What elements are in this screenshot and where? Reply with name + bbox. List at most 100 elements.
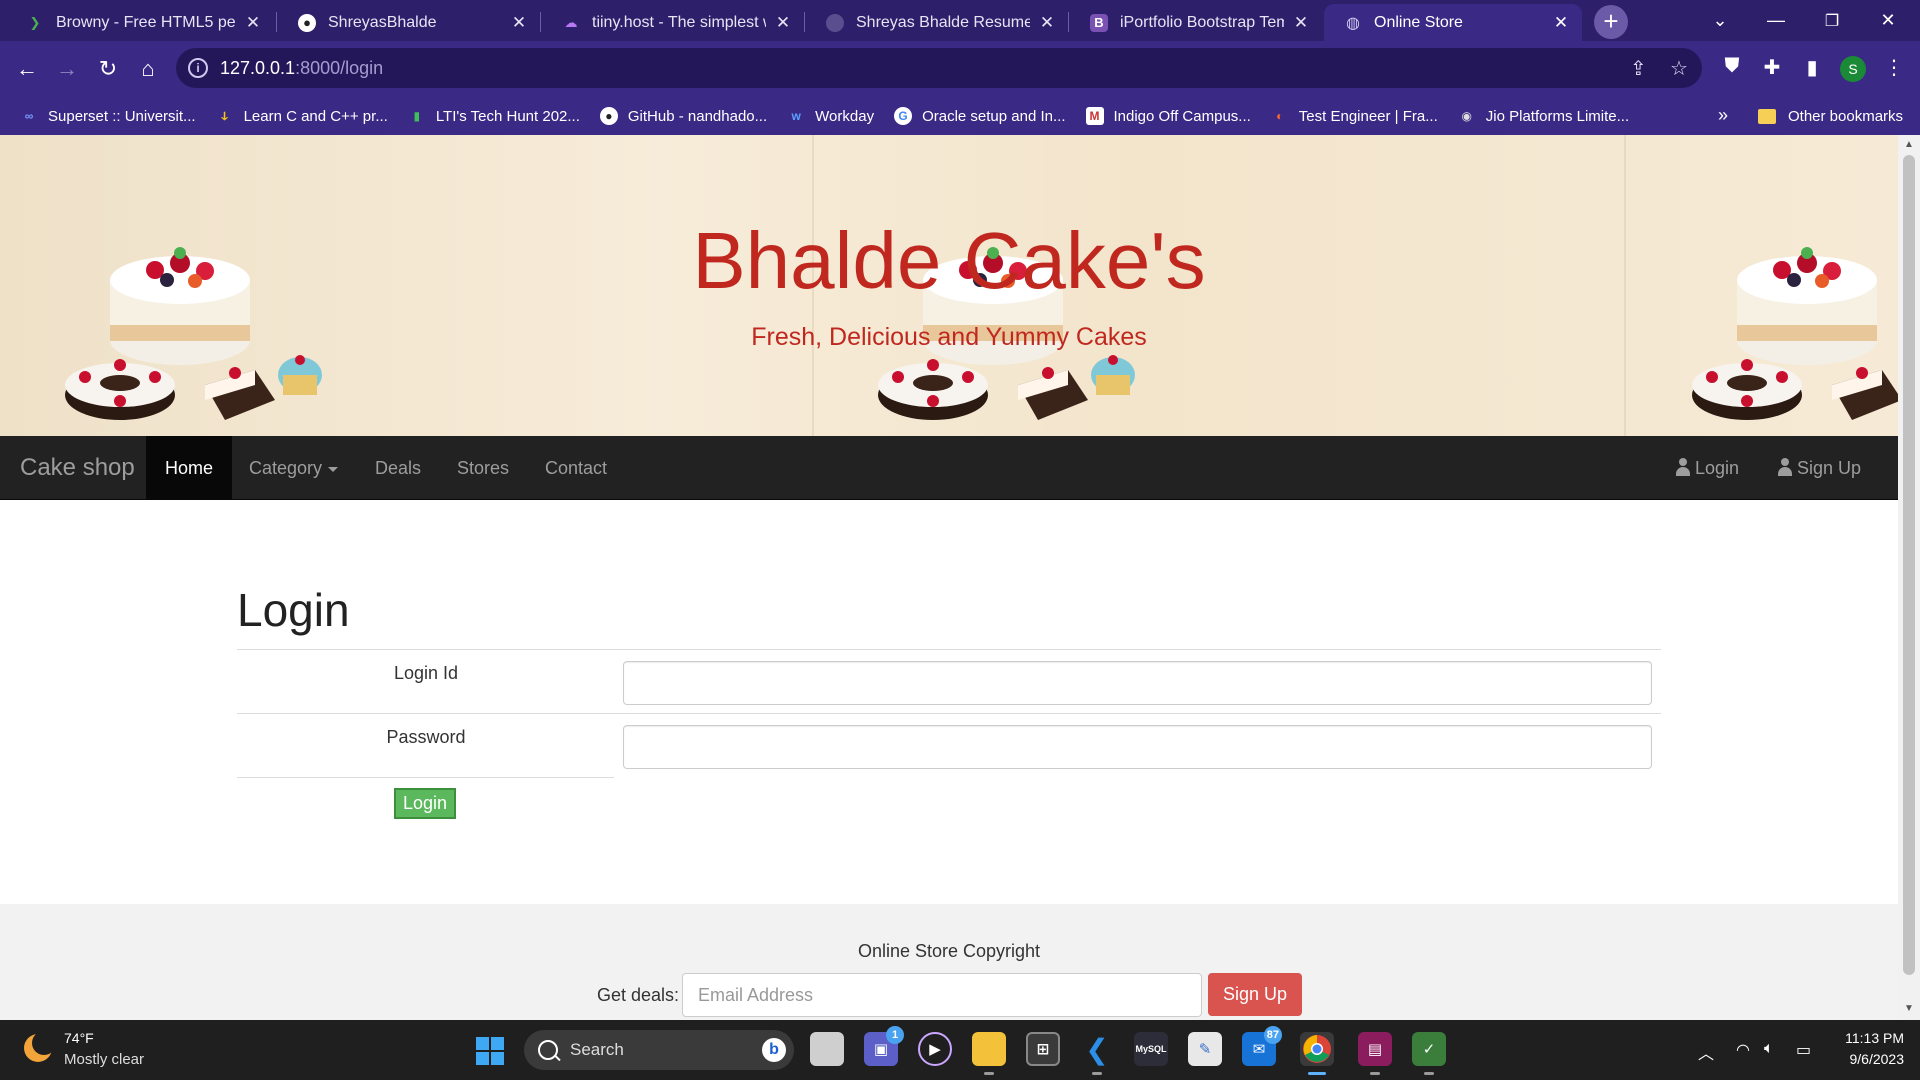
home-icon[interactable]: ⌂ [133,54,163,84]
email-input[interactable]: Email Address [682,973,1202,1017]
shield-extension-icon[interactable]: ⛊ [1718,55,1746,78]
navbar-brand[interactable]: Cake shop [20,454,135,482]
nav-signup[interactable]: Sign Up [1758,436,1880,500]
close-tab-icon[interactable]: ✕ [1292,13,1310,33]
tab-iportfolio[interactable]: B iPortfolio Bootstrap Templa ✕ [1070,4,1322,41]
page-scrollbar[interactable]: ▲ ▼ [1898,135,1920,1020]
nav-contact[interactable]: Contact [526,436,626,500]
nav-stores[interactable]: Stores [438,436,528,500]
reload-icon[interactable]: ↻ [93,54,123,84]
nav-category[interactable]: Category [230,436,357,500]
close-tab-icon[interactable]: ✕ [1038,13,1056,33]
tab-search-icon[interactable]: ⌄ [1692,0,1748,41]
form-divider [237,713,1661,714]
tab-separator [276,12,277,32]
scrollbar-thumb[interactable] [1903,155,1915,975]
site-info-icon[interactable]: i [188,58,208,78]
nav-login[interactable]: Login [1656,436,1758,500]
close-window-icon[interactable]: ✕ [1860,0,1916,41]
tab-separator [540,12,541,32]
bing-icon[interactable]: b [762,1038,786,1062]
bookmark-jio[interactable]: ◉ Jio Platforms Limite... [1458,107,1630,125]
volume-icon[interactable]: 🔈︎ [1764,1040,1774,1058]
mysql-icon[interactable]: MySQL [1134,1032,1168,1066]
learn-c-icon: ↆ [221,108,228,123]
minimize-icon[interactable]: — [1748,0,1804,41]
start-icon[interactable] [476,1037,504,1065]
bookmark-test-engineer[interactable]: ◐ Test Engineer | Fra... [1271,107,1438,125]
bookmark-workday[interactable]: w Workday [787,107,874,125]
scroll-up-icon[interactable]: ▲ [1904,139,1914,150]
tab-tiiny[interactable]: ☁ tiiny.host - The simplest wa ✕ [542,4,804,41]
close-tab-icon[interactable]: ✕ [244,13,262,33]
pdf-icon [826,13,844,32]
site-tagline: Fresh, Delicious and Yummy Cakes [751,323,1147,351]
share-icon[interactable]: ⇪ [1630,56,1647,81]
bookmark-lti[interactable]: ▮ LTI's Tech Hunt 202... [408,107,580,125]
close-tab-icon[interactable]: ✕ [774,13,792,33]
clock-time[interactable]: 11:13 PM [1836,1030,1904,1046]
folder-icon [1758,108,1776,124]
nav-deals[interactable]: Deals [356,436,440,500]
login-button[interactable]: Login [394,788,456,819]
workday-icon: w [791,109,801,123]
tray-overflow-icon[interactable]: ︿ [1698,1040,1714,1064]
nav-home[interactable]: Home [146,436,233,500]
bookmark-learn-c[interactable]: ↆ Learn C and C++ pr... [216,107,387,125]
task-view-icon[interactable] [810,1032,844,1066]
menu-icon[interactable]: ⋮ [1880,55,1908,80]
profile-avatar[interactable]: S [1840,56,1866,82]
clock-date[interactable]: 9/6/2023 [1836,1051,1905,1067]
mail-icon[interactable]: ✉ 87 [1242,1026,1282,1066]
wifi-icon[interactable]: ◠ [1736,1040,1750,1060]
page-viewport: Bhalde Cake's Fresh, Delicious and Yummy… [0,135,1898,1020]
media-player-icon[interactable]: ▶ [918,1032,952,1066]
other-bookmarks[interactable]: Other bookmarks [1758,97,1903,135]
caret-down-icon [328,466,339,472]
bookmark-star-icon[interactable]: ☆ [1670,56,1688,81]
signup-button[interactable]: Sign Up [1208,973,1302,1016]
file-explorer-icon[interactable] [972,1032,1006,1075]
restore-icon[interactable]: ❐ [1804,0,1860,41]
weather-moon-icon[interactable] [24,1031,56,1062]
weather-description[interactable]: Mostly clear [64,1051,144,1068]
winrar-icon[interactable]: ▤ [1358,1032,1392,1075]
weather-temperature[interactable]: 74°F [64,1030,94,1046]
app-icon[interactable]: ✓ [1412,1032,1446,1075]
github-icon: ● [298,13,316,32]
bookmark-superset[interactable]: ∞ Superset :: Universit... [20,107,196,125]
new-tab-button[interactable]: + [1594,5,1628,39]
store-icon[interactable]: ⊞ [1026,1032,1060,1066]
bookmark-oracle[interactable]: G Oracle setup and In... [894,107,1066,125]
more-bookmarks-icon[interactable]: » [1718,105,1728,126]
bookmark-github[interactable]: ● GitHub - nandhado... [599,107,767,125]
vscode-icon[interactable]: ❮ [1080,1032,1114,1075]
tab-separator [1068,12,1069,32]
close-tab-icon[interactable]: ✕ [1552,13,1570,33]
tab-browny[interactable]: ❯ Browny - Free HTML5 perso ✕ [6,4,274,41]
tab-resume-pdf[interactable]: Shreyas Bhalde Resume.pdf ✕ [806,4,1068,41]
url-text[interactable]: 127.0.0.1:8000/login [220,58,383,79]
naukri-icon: ◐ [1276,109,1284,123]
teams-icon[interactable]: ▣ 1 [864,1026,904,1066]
chrome-icon[interactable] [1300,1032,1334,1075]
site-title: Bhalde Cake's [692,216,1206,305]
address-bar[interactable]: i 127.0.0.1:8000/login ⇪ ☆ [176,48,1702,88]
close-tab-icon[interactable]: ✕ [510,13,528,33]
notepad-icon[interactable]: ✎ [1188,1032,1222,1066]
battery-icon[interactable]: ▭ [1796,1040,1811,1060]
github-icon: ● [599,107,618,125]
login-id-input[interactable] [623,661,1652,705]
bookmark-indigo[interactable]: M Indigo Off Campus... [1085,107,1251,125]
tab-online-store[interactable]: ◍ Online Store ✕ [1324,4,1582,41]
tab-strip: ❯ Browny - Free HTML5 perso ✕ ● ShreyasB… [0,0,1920,41]
tab-github[interactable]: ● ShreyasBhalde ✕ [278,4,540,41]
taskbar-search[interactable]: Search b [524,1030,794,1070]
extensions-icon[interactable]: ✚ [1758,55,1786,80]
side-panel-icon[interactable]: ▮ [1798,55,1826,80]
forward-icon[interactable]: → [52,54,82,84]
scroll-down-icon[interactable]: ▼ [1904,1003,1914,1014]
chart-icon: ▮ [413,109,421,123]
back-icon[interactable]: ← [12,54,42,84]
password-input[interactable] [623,725,1652,769]
